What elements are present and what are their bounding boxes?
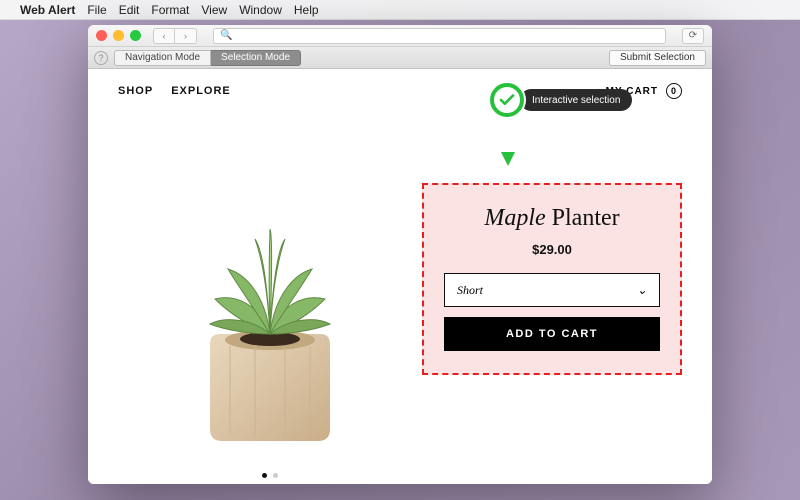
app-name[interactable]: Web Alert [20, 3, 75, 17]
page-dot-2[interactable] [273, 473, 278, 478]
traffic-lights [96, 30, 141, 41]
image-pagination-dots [262, 473, 278, 478]
back-button[interactable]: ‹ [153, 28, 175, 44]
variant-select[interactable]: Short ⌄ [444, 273, 660, 307]
window-titlebar: ‹ › 🔍 ⟳ [88, 25, 712, 47]
checkmark-icon [490, 83, 524, 117]
menu-window[interactable]: Window [239, 3, 282, 17]
planter-image [155, 139, 385, 469]
zoom-window-button[interactable] [130, 30, 141, 41]
menu-view[interactable]: View [201, 3, 227, 17]
submit-selection-button[interactable]: Submit Selection [609, 50, 706, 66]
webpage-content: SHOP EXPLORE MY CART 0 [88, 69, 712, 484]
menu-help[interactable]: Help [294, 3, 319, 17]
nav-buttons: ‹ › [153, 28, 197, 44]
product-title: Maple Planter [444, 205, 660, 232]
address-search-field[interactable]: 🔍 [213, 28, 666, 44]
nav-shop[interactable]: SHOP [118, 85, 153, 97]
product-price: $29.00 [444, 242, 660, 257]
add-to-cart-button[interactable]: ADD TO CART [444, 317, 660, 351]
variant-selected-label: Short [457, 283, 483, 298]
product-image-area [118, 123, 422, 484]
mode-toolbar: ? Navigation Mode Selection Mode Submit … [88, 47, 712, 69]
menu-format[interactable]: Format [151, 3, 189, 17]
page-dot-1[interactable] [262, 473, 267, 478]
selection-mode-button[interactable]: Selection Mode [211, 50, 301, 66]
chevron-down-icon: ⌄ [637, 283, 647, 298]
help-icon[interactable]: ? [94, 51, 108, 65]
mac-menubar: Web Alert File Edit Format View Window H… [0, 0, 800, 20]
selection-pin-label: Interactive selection [520, 89, 632, 111]
search-icon: 🔍 [220, 30, 232, 41]
forward-button[interactable]: › [175, 28, 197, 44]
reload-button[interactable]: ⟳ [682, 28, 704, 44]
nav-explore[interactable]: EXPLORE [171, 85, 231, 97]
cart-count-badge: 0 [666, 83, 682, 99]
close-window-button[interactable] [96, 30, 107, 41]
product-selection-box[interactable]: Maple Planter $29.00 Short ⌄ ADD TO CART [422, 183, 682, 375]
menu-file[interactable]: File [87, 3, 106, 17]
minimize-window-button[interactable] [113, 30, 124, 41]
selection-pin: Interactive selection [490, 83, 632, 117]
menu-edit[interactable]: Edit [119, 3, 140, 17]
selection-pin-tail [501, 152, 515, 166]
navigation-mode-button[interactable]: Navigation Mode [114, 50, 211, 66]
app-window: ‹ › 🔍 ⟳ ? Navigation Mode Selection Mode… [88, 25, 712, 484]
